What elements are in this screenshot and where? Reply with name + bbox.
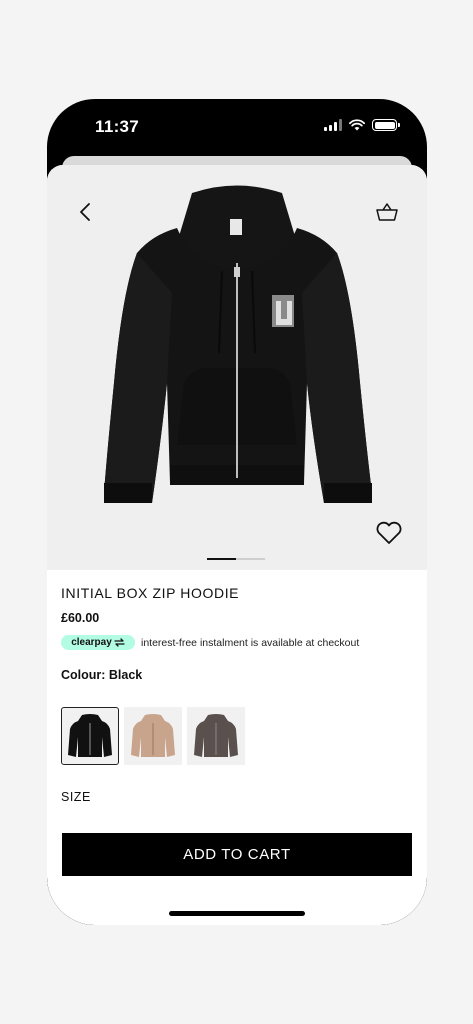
wifi-icon [349, 119, 365, 131]
battery-icon [372, 119, 400, 131]
swatch-brown-hoodie-thumbnail [194, 714, 238, 757]
status-icons [324, 119, 400, 131]
clearpay-info: interest-free instalment is available at… [141, 636, 360, 649]
colour-swatches [61, 707, 413, 765]
swatch-black-hoodie-thumbnail [68, 714, 112, 757]
swatch-black[interactable] [61, 707, 119, 765]
status-bar: 11:37 [47, 99, 427, 157]
product-info: INITIAL BOX ZIP HOODIE £60.00 clearpay i… [61, 585, 413, 804]
add-to-cart-button[interactable]: ADD TO CART [62, 833, 412, 876]
heart-icon[interactable] [375, 520, 403, 546]
swatch-brown[interactable] [187, 707, 245, 765]
clearpay-logo-text: clearpay [71, 637, 112, 648]
status-time: 11:37 [95, 117, 140, 136]
clearpay-row: clearpay interest-free instalment is ava… [61, 635, 413, 650]
gallery-pagination [207, 558, 265, 560]
pagination-dot [236, 558, 265, 560]
product-image [104, 185, 372, 503]
phone-frame: 11:37 INITIAL BOX ZIP HOODIE £60.00 clea… [47, 99, 427, 925]
clearpay-badge: clearpay [61, 635, 135, 650]
swatch-tan[interactable] [124, 707, 182, 765]
product-name: INITIAL BOX ZIP HOODIE [61, 585, 240, 601]
chevron-left-icon[interactable] [77, 201, 95, 223]
home-indicator [169, 911, 305, 916]
signal-icon [324, 119, 342, 131]
colour-label: Colour: Black [61, 668, 143, 682]
size-label[interactable]: SIZE [61, 790, 413, 804]
product-gallery[interactable] [47, 165, 427, 570]
basket-icon[interactable] [375, 201, 399, 223]
product-price: £60.00 [61, 611, 100, 625]
clearpay-arrows-icon [114, 638, 125, 647]
product-sheet: INITIAL BOX ZIP HOODIE £60.00 clearpay i… [47, 165, 427, 925]
swatch-tan-hoodie-thumbnail [131, 714, 175, 757]
pagination-dot-active [207, 558, 236, 560]
